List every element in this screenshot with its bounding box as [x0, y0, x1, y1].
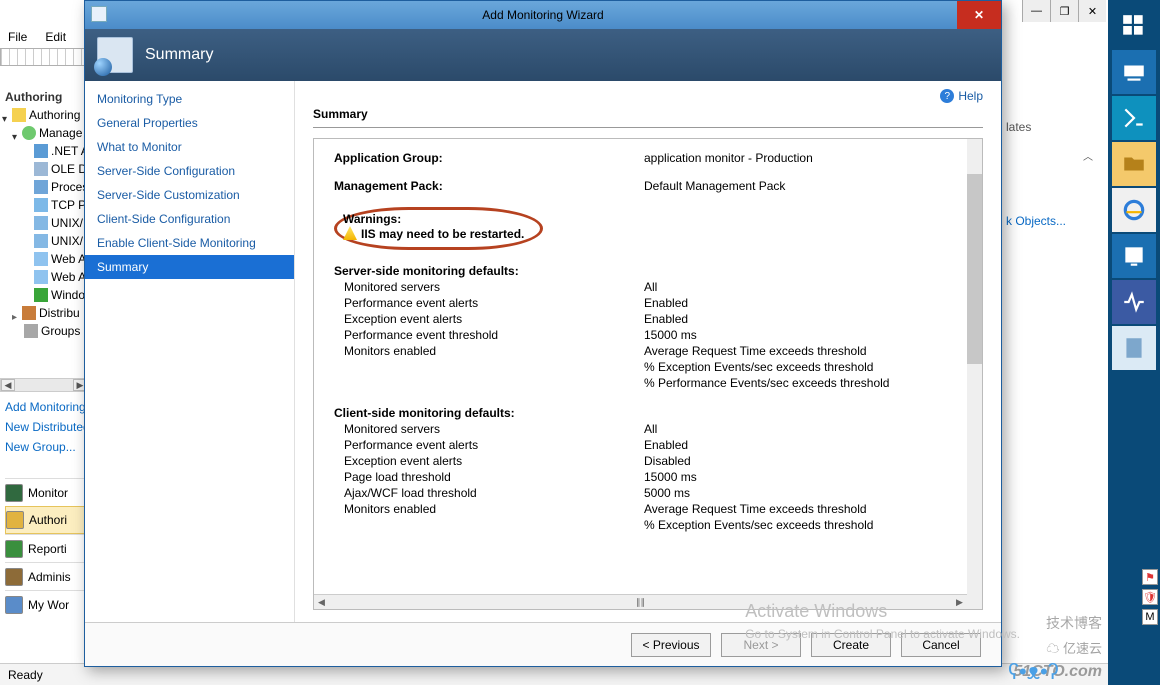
server-defaults-header: Server-side monitoring defaults: — [334, 264, 962, 278]
tray-icons: ⚑ 🛡 M — [1110, 569, 1158, 625]
unix-icon — [34, 216, 48, 230]
step-monitoring-type[interactable]: Monitoring Type — [85, 87, 294, 111]
toolbar-placeholder — [0, 48, 88, 66]
authoring-tree[interactable]: Authoring Manage .NET A OLE D Proces TCP… — [0, 106, 88, 340]
link-new-distributed[interactable]: New Distributed — [5, 420, 88, 434]
nav-my-workspace[interactable]: My Wor — [5, 590, 88, 618]
mp-label: Management Pack: — [334, 179, 644, 193]
wizard-steps: Monitoring Type General Properties What … — [85, 81, 295, 622]
tasks-pane-fragment: lates k Objects... — [1006, 120, 1096, 228]
pencil-icon — [12, 108, 26, 122]
minimize-button[interactable]: — — [1022, 0, 1050, 22]
maximize-button[interactable]: ❐ — [1050, 0, 1078, 22]
app-icon — [91, 6, 107, 22]
letter-m-icon[interactable]: M — [1142, 609, 1158, 625]
pane-header: Authoring — [5, 90, 62, 104]
activity-icon[interactable] — [1112, 280, 1156, 324]
menu-edit[interactable]: Edit — [45, 30, 66, 44]
explorer-icon[interactable] — [1112, 142, 1156, 186]
start-icon[interactable] — [1112, 4, 1156, 48]
windows-icon — [34, 288, 48, 302]
step-enable-client[interactable]: Enable Client-Side Monitoring — [85, 231, 294, 255]
step-summary[interactable]: Summary — [85, 255, 294, 279]
dialog-banner: Summary — [85, 29, 1001, 81]
web-icon — [34, 270, 48, 284]
nav-reporting[interactable]: Reporti — [5, 534, 88, 562]
shield-icon[interactable]: 🛡 — [1142, 589, 1158, 605]
warning-icon — [343, 226, 357, 240]
create-button[interactable]: Create — [811, 633, 891, 657]
step-server-custom[interactable]: Server-Side Customization — [85, 183, 294, 207]
section-title: Summary — [313, 107, 983, 128]
nav-authoring[interactable]: Authori — [5, 506, 88, 534]
bear-icon: ʕ•ᴥ•ʔ — [1008, 659, 1034, 685]
admin-icon — [5, 568, 23, 586]
step-client-config[interactable]: Client-Side Configuration — [85, 207, 294, 231]
dialog-close-button[interactable]: ✕ — [957, 1, 1001, 29]
help-link[interactable]: ?Help — [940, 89, 983, 103]
wizard-content: ?Help Summary Application Group:applicat… — [295, 81, 1001, 622]
summary-listbox[interactable]: Application Group:application monitor - … — [313, 138, 983, 610]
distributed-icon — [22, 306, 36, 320]
dialog-footer: < Previous Next > Create Cancel — [85, 622, 1001, 666]
mp-value: Default Management Pack — [644, 179, 962, 193]
tcp-icon — [34, 198, 48, 212]
warn-label: Warnings: — [343, 212, 524, 226]
wizard-icon — [97, 37, 133, 73]
unix-icon — [34, 234, 48, 248]
oledb-icon — [34, 162, 48, 176]
host-window: — ❐ ✕ File Edit Vie Authoring Authoring … — [0, 0, 1160, 685]
scom-icon[interactable] — [1112, 234, 1156, 278]
watermark-yisu: ☁ 亿速云 — [1046, 638, 1102, 657]
previous-button[interactable]: < Previous — [631, 633, 711, 657]
help-icon: ? — [940, 89, 954, 103]
menu-file[interactable]: File — [8, 30, 27, 44]
tree-scrollbar[interactable]: ◀▶ — [0, 378, 88, 392]
task-links: Add Monitoring New Distributed New Group… — [5, 400, 88, 460]
close-button[interactable]: ✕ — [1078, 0, 1106, 22]
nav-monitoring[interactable]: Monitor — [5, 478, 88, 506]
globe-icon — [22, 126, 36, 140]
workspace-icon — [5, 596, 23, 614]
nav-administration[interactable]: Adminis — [5, 562, 88, 590]
step-what-to-monitor[interactable]: What to Monitor — [85, 135, 294, 159]
cancel-button[interactable]: Cancel — [901, 633, 981, 657]
dotnet-icon — [34, 144, 48, 158]
monitor-icon — [5, 484, 23, 502]
chevron-up-icon[interactable]: ︿ — [1083, 148, 1093, 163]
wunderbar: Monitor Authori Reporti Adminis My Wor — [5, 478, 88, 618]
step-server-config[interactable]: Server-Side Configuration — [85, 159, 294, 183]
add-monitoring-wizard-dialog: Add Monitoring Wizard ✕ Summary Monitori… — [84, 0, 1002, 667]
process-icon — [34, 180, 48, 194]
scrollbar-thumb[interactable] — [967, 174, 982, 364]
warnings-callout: Warnings: IIS may need to be restarted. — [334, 207, 543, 250]
link-add-monitoring[interactable]: Add Monitoring — [5, 400, 88, 414]
reporting-icon — [5, 540, 23, 558]
ie-icon[interactable] — [1112, 188, 1156, 232]
step-general-properties[interactable]: General Properties — [85, 111, 294, 135]
link-new-group[interactable]: New Group... — [5, 440, 88, 454]
watermark-blog: 技术博客 — [1046, 613, 1102, 633]
link-objects[interactable]: k Objects... — [1006, 214, 1096, 228]
server-manager-icon[interactable] — [1112, 50, 1156, 94]
parent-window-controls: — ❐ ✕ — [1022, 0, 1106, 22]
appgroup-value: application monitor - Production — [644, 151, 962, 165]
powershell-icon[interactable] — [1112, 96, 1156, 140]
groups-icon — [24, 324, 38, 338]
warn-text: IIS may need to be restarted. — [361, 227, 524, 241]
notepad-icon[interactable] — [1112, 326, 1156, 370]
flag-icon[interactable]: ⚑ — [1142, 569, 1158, 585]
client-defaults-header: Client-side monitoring defaults: — [334, 406, 962, 420]
dialog-title: Add Monitoring Wizard — [482, 8, 603, 22]
appgroup-label: Application Group: — [334, 151, 644, 165]
scrollbar-horizontal[interactable]: ◀∥∥▶ — [314, 594, 967, 609]
next-button: Next > — [721, 633, 801, 657]
dialog-titlebar[interactable]: Add Monitoring Wizard ✕ — [85, 1, 1001, 29]
web-icon — [34, 252, 48, 266]
authoring-icon — [6, 511, 24, 529]
